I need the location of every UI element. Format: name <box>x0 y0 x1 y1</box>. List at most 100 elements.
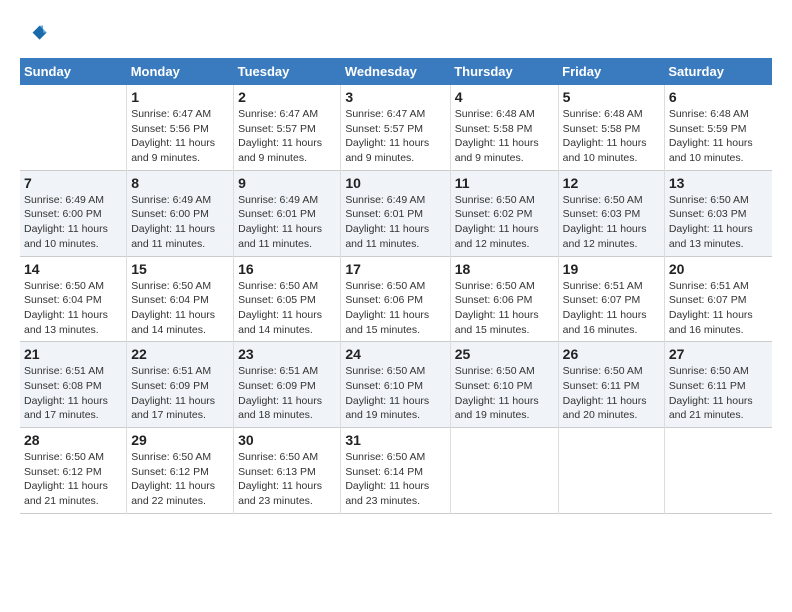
week-row-5: 28 Sunrise: 6:50 AM Sunset: 6:12 PM Dayli… <box>20 428 772 514</box>
day-cell: 25 Sunrise: 6:50 AM Sunset: 6:10 PM Dayli… <box>450 342 558 428</box>
day-info: Sunrise: 6:51 AM Sunset: 6:07 PM Dayligh… <box>669 279 768 338</box>
logo <box>20 20 52 48</box>
day-cell <box>664 428 772 514</box>
col-header-monday: Monday <box>127 58 234 85</box>
day-cell: 28 Sunrise: 6:50 AM Sunset: 6:12 PM Dayli… <box>20 428 127 514</box>
day-info: Sunrise: 6:47 AM Sunset: 5:56 PM Dayligh… <box>131 107 229 166</box>
day-cell <box>450 428 558 514</box>
col-header-wednesday: Wednesday <box>341 58 450 85</box>
day-cell: 2 Sunrise: 6:47 AM Sunset: 5:57 PM Daylig… <box>234 85 341 170</box>
week-row-4: 21 Sunrise: 6:51 AM Sunset: 6:08 PM Dayli… <box>20 342 772 428</box>
day-number: 21 <box>24 346 122 362</box>
col-header-thursday: Thursday <box>450 58 558 85</box>
day-number: 4 <box>455 89 554 105</box>
day-info: Sunrise: 6:49 AM Sunset: 6:01 PM Dayligh… <box>345 193 445 252</box>
day-cell: 16 Sunrise: 6:50 AM Sunset: 6:05 PM Dayli… <box>234 256 341 342</box>
day-number: 11 <box>455 175 554 191</box>
day-cell: 10 Sunrise: 6:49 AM Sunset: 6:01 PM Dayli… <box>341 170 450 256</box>
day-number: 26 <box>563 346 660 362</box>
day-info: Sunrise: 6:50 AM Sunset: 6:06 PM Dayligh… <box>455 279 554 338</box>
day-number: 15 <box>131 261 229 277</box>
day-info: Sunrise: 6:50 AM Sunset: 6:13 PM Dayligh… <box>238 450 336 509</box>
day-number: 29 <box>131 432 229 448</box>
day-number: 25 <box>455 346 554 362</box>
day-cell: 1Sunrise: 6:47 AM Sunset: 5:56 PM Daylig… <box>127 85 234 170</box>
day-cell: 9 Sunrise: 6:49 AM Sunset: 6:01 PM Daylig… <box>234 170 341 256</box>
day-number: 27 <box>669 346 768 362</box>
day-info: Sunrise: 6:50 AM Sunset: 6:11 PM Dayligh… <box>669 364 768 423</box>
day-cell: 30 Sunrise: 6:50 AM Sunset: 6:13 PM Dayli… <box>234 428 341 514</box>
day-number: 14 <box>24 261 122 277</box>
day-number: 2 <box>238 89 336 105</box>
day-number: 23 <box>238 346 336 362</box>
day-number: 28 <box>24 432 122 448</box>
day-cell: 14 Sunrise: 6:50 AM Sunset: 6:04 PM Dayli… <box>20 256 127 342</box>
day-info: Sunrise: 6:50 AM Sunset: 6:06 PM Dayligh… <box>345 279 445 338</box>
day-cell: 18 Sunrise: 6:50 AM Sunset: 6:06 PM Dayli… <box>450 256 558 342</box>
day-number: 6 <box>669 89 768 105</box>
day-cell: 21 Sunrise: 6:51 AM Sunset: 6:08 PM Dayli… <box>20 342 127 428</box>
day-cell: 17 Sunrise: 6:50 AM Sunset: 6:06 PM Dayli… <box>341 256 450 342</box>
day-info: Sunrise: 6:50 AM Sunset: 6:03 PM Dayligh… <box>563 193 660 252</box>
day-cell: 19 Sunrise: 6:51 AM Sunset: 6:07 PM Dayli… <box>558 256 664 342</box>
day-number: 7 <box>24 175 122 191</box>
day-cell: 29 Sunrise: 6:50 AM Sunset: 6:12 PM Dayli… <box>127 428 234 514</box>
day-cell: 24Sunrise: 6:50 AM Sunset: 6:10 PM Dayli… <box>341 342 450 428</box>
day-info: Sunrise: 6:50 AM Sunset: 6:11 PM Dayligh… <box>563 364 660 423</box>
day-number: 10 <box>345 175 445 191</box>
day-cell: 23 Sunrise: 6:51 AM Sunset: 6:09 PM Dayli… <box>234 342 341 428</box>
day-cell: 5 Sunrise: 6:48 AM Sunset: 5:58 PM Daylig… <box>558 85 664 170</box>
day-number: 9 <box>238 175 336 191</box>
day-info: Sunrise: 6:51 AM Sunset: 6:08 PM Dayligh… <box>24 364 122 423</box>
day-number: 5 <box>563 89 660 105</box>
day-cell: 4Sunrise: 6:48 AM Sunset: 5:58 PM Daylig… <box>450 85 558 170</box>
week-row-2: 7 Sunrise: 6:49 AM Sunset: 6:00 PM Daylig… <box>20 170 772 256</box>
day-info: Sunrise: 6:51 AM Sunset: 6:09 PM Dayligh… <box>238 364 336 423</box>
day-info: Sunrise: 6:49 AM Sunset: 6:01 PM Dayligh… <box>238 193 336 252</box>
day-info: Sunrise: 6:50 AM Sunset: 6:12 PM Dayligh… <box>131 450 229 509</box>
day-cell: 7 Sunrise: 6:49 AM Sunset: 6:00 PM Daylig… <box>20 170 127 256</box>
day-number: 8 <box>131 175 229 191</box>
day-number: 16 <box>238 261 336 277</box>
day-cell: 3 Sunrise: 6:47 AM Sunset: 5:57 PM Daylig… <box>341 85 450 170</box>
day-cell: 26 Sunrise: 6:50 AM Sunset: 6:11 PM Dayli… <box>558 342 664 428</box>
day-number: 18 <box>455 261 554 277</box>
day-info: Sunrise: 6:50 AM Sunset: 6:04 PM Dayligh… <box>24 279 122 338</box>
day-cell <box>20 85 127 170</box>
day-cell: 11 Sunrise: 6:50 AM Sunset: 6:02 PM Dayli… <box>450 170 558 256</box>
day-info: Sunrise: 6:48 AM Sunset: 5:59 PM Dayligh… <box>669 107 768 166</box>
day-number: 20 <box>669 261 768 277</box>
day-cell: 13 Sunrise: 6:50 AM Sunset: 6:03 PM Dayli… <box>664 170 772 256</box>
day-cell: 15 Sunrise: 6:50 AM Sunset: 6:04 PM Dayli… <box>127 256 234 342</box>
day-cell: 12 Sunrise: 6:50 AM Sunset: 6:03 PM Dayli… <box>558 170 664 256</box>
day-cell: 6 Sunrise: 6:48 AM Sunset: 5:59 PM Daylig… <box>664 85 772 170</box>
day-info: Sunrise: 6:49 AM Sunset: 6:00 PM Dayligh… <box>24 193 122 252</box>
day-info: Sunrise: 6:51 AM Sunset: 6:07 PM Dayligh… <box>563 279 660 338</box>
day-info: Sunrise: 6:47 AM Sunset: 5:57 PM Dayligh… <box>238 107 336 166</box>
day-info: Sunrise: 6:50 AM Sunset: 6:10 PM Dayligh… <box>455 364 554 423</box>
day-info: Sunrise: 6:50 AM Sunset: 6:04 PM Dayligh… <box>131 279 229 338</box>
day-number: 30 <box>238 432 336 448</box>
day-cell: 8 Sunrise: 6:49 AM Sunset: 6:00 PM Daylig… <box>127 170 234 256</box>
week-row-3: 14 Sunrise: 6:50 AM Sunset: 6:04 PM Dayli… <box>20 256 772 342</box>
day-number: 12 <box>563 175 660 191</box>
day-info: Sunrise: 6:49 AM Sunset: 6:00 PM Dayligh… <box>131 193 229 252</box>
day-number: 17 <box>345 261 445 277</box>
calendar-table: SundayMondayTuesdayWednesdayThursdayFrid… <box>20 58 772 514</box>
col-header-tuesday: Tuesday <box>234 58 341 85</box>
day-info: Sunrise: 6:47 AM Sunset: 5:57 PM Dayligh… <box>345 107 445 166</box>
day-cell: 27 Sunrise: 6:50 AM Sunset: 6:11 PM Dayli… <box>664 342 772 428</box>
day-info: Sunrise: 6:50 AM Sunset: 6:03 PM Dayligh… <box>669 193 768 252</box>
day-number: 19 <box>563 261 660 277</box>
day-info: Sunrise: 6:50 AM Sunset: 6:02 PM Dayligh… <box>455 193 554 252</box>
day-info: Sunrise: 6:50 AM Sunset: 6:14 PM Dayligh… <box>345 450 445 509</box>
week-row-1: 1Sunrise: 6:47 AM Sunset: 5:56 PM Daylig… <box>20 85 772 170</box>
day-info: Sunrise: 6:50 AM Sunset: 6:05 PM Dayligh… <box>238 279 336 338</box>
day-info: Sunrise: 6:48 AM Sunset: 5:58 PM Dayligh… <box>563 107 660 166</box>
day-number: 13 <box>669 175 768 191</box>
logo-icon <box>20 20 48 48</box>
day-number: 24 <box>345 346 445 362</box>
day-info: Sunrise: 6:50 AM Sunset: 6:12 PM Dayligh… <box>24 450 122 509</box>
day-cell: 22Sunrise: 6:51 AM Sunset: 6:09 PM Dayli… <box>127 342 234 428</box>
day-number: 3 <box>345 89 445 105</box>
